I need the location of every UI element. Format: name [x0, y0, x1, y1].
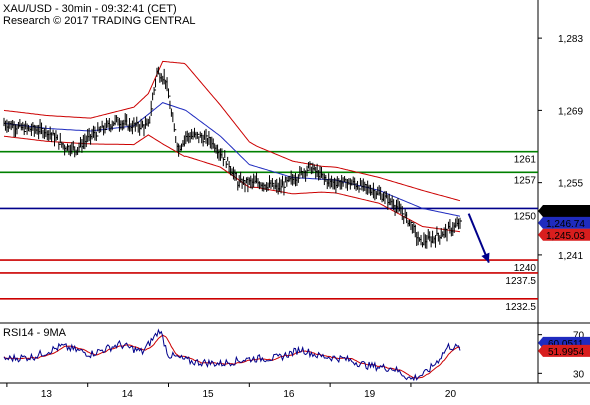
level-label: 1237.5	[505, 276, 536, 287]
level-label: 1232.5	[505, 302, 536, 313]
rsi-y-tick-label: 30	[573, 369, 585, 380]
price-tag-label: 1,245.03	[546, 231, 585, 242]
x-tick-label: 19	[364, 389, 376, 400]
x-tick-label: 14	[122, 389, 134, 400]
price-tag-label: 1,246.97	[546, 207, 585, 218]
x-tick-label: 13	[41, 389, 53, 400]
x-tick-label: 15	[203, 389, 215, 400]
y-tick-label: 1,241	[558, 251, 583, 262]
chart-background	[0, 0, 590, 400]
level-label: 1250	[514, 211, 537, 222]
level-label: 1261	[514, 155, 537, 166]
price-tag-label: 1,246.74	[546, 219, 585, 230]
y-tick-label: 1,255	[558, 179, 583, 190]
rsi-panel-title: RSI14 - 9MA	[3, 327, 67, 339]
x-tick-label: 20	[445, 389, 457, 400]
x-tick-label: 16	[283, 389, 295, 400]
chart-stage: 1,283 1,269 1,255 1,241 13 14 15 16 19 20 1261 1257…	[0, 0, 590, 400]
y-tick-label: 1,283	[558, 34, 583, 45]
y-tick-label: 1,269	[558, 106, 583, 117]
price-chart-svg: 1,283 1,269 1,255 1,241 13 14 15 16 19 20 1261 1257…	[0, 0, 590, 400]
chart-copyright: Research © 2017 TRADING CENTRAL	[3, 15, 196, 27]
level-label: 1257	[514, 175, 537, 186]
rsi-tag-label: 51.9954	[548, 347, 585, 358]
chart-title: XAU/USD - 30min - 09:32:41 (CET)	[3, 3, 177, 15]
